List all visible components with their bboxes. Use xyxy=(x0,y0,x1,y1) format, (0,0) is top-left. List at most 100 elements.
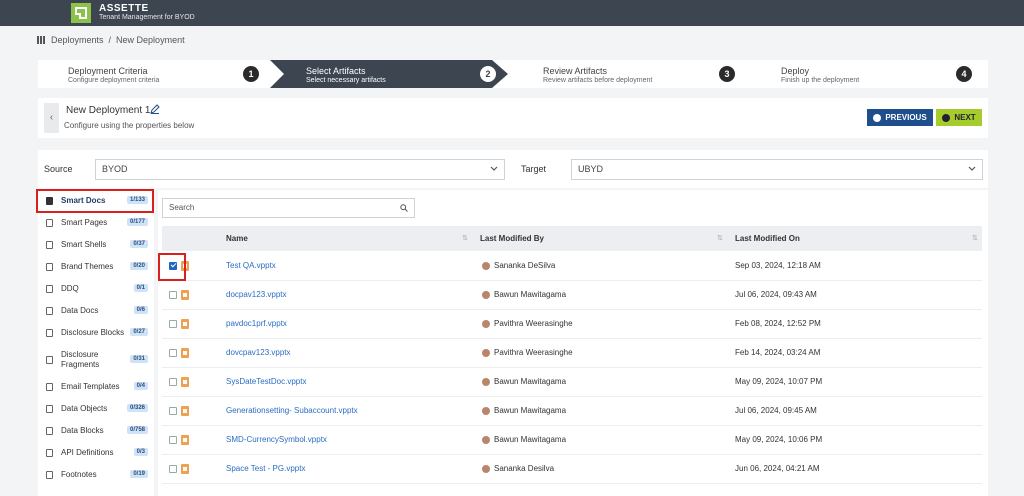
column-header-last-modified-by[interactable]: Last Modified By xyxy=(480,234,544,243)
edit-pencil-icon[interactable] xyxy=(150,104,160,114)
sidebar-item-label: Data Objects xyxy=(61,404,108,413)
step-title: Review Artifacts xyxy=(543,66,608,76)
count-badge: 0/4 xyxy=(133,382,148,390)
search-icon[interactable] xyxy=(400,204,408,212)
pptx-file-icon xyxy=(181,406,189,416)
file-name-link[interactable]: Space Test - PG.vpptx xyxy=(226,464,305,473)
table-row[interactable]: docpav123.vpptx Bawun Mawitagama Jul 06,… xyxy=(162,281,982,310)
table-row[interactable]: SysDateTestDoc.vpptx Bawun Mawitagama Ma… xyxy=(162,368,982,397)
highlight-box-checkbox xyxy=(158,253,186,281)
top-bar: ASSETTE Tenant Management for BYOD xyxy=(0,0,1024,26)
count-badge: 0/1 xyxy=(133,284,148,292)
row-checkbox[interactable] xyxy=(169,465,177,473)
source-select[interactable]: BYOD xyxy=(95,159,505,180)
arrow-left-circle-icon xyxy=(873,113,882,122)
sidebar-item-footnotes[interactable]: Footnotes 0/19 xyxy=(38,465,154,485)
table-row[interactable]: Generationsetting- Subaccount.vpptx Bawu… xyxy=(162,397,982,426)
file-name-link[interactable]: Test QA.vpptx xyxy=(226,261,276,270)
step-number: 1 xyxy=(243,66,259,82)
sidebar-item-data-objects[interactable]: Data Objects 0/326 xyxy=(38,399,154,419)
back-button[interactable]: ‹ xyxy=(44,103,59,133)
api-icon xyxy=(46,449,53,457)
row-checkbox[interactable] xyxy=(169,320,177,328)
step-review-artifacts[interactable]: Review Artifacts Review artifacts before… xyxy=(508,60,748,88)
sidebar-item-label: Data Docs xyxy=(61,306,99,315)
file-name-link[interactable]: SysDateTestDoc.vpptx xyxy=(226,377,306,386)
count-badge: 0/758 xyxy=(126,426,148,434)
column-header-last-modified-on[interactable]: Last Modified On xyxy=(735,234,800,243)
pptx-file-icon xyxy=(181,319,189,329)
sidebar-item-label: Brand Themes xyxy=(61,262,114,271)
footnote-icon xyxy=(46,471,53,479)
app-logo-icon[interactable] xyxy=(71,3,91,23)
row-checkbox[interactable] xyxy=(169,291,177,299)
row-checkbox[interactable] xyxy=(169,436,177,444)
step-select-artifacts[interactable]: Select Artifacts Select necessary artifa… xyxy=(270,60,508,88)
sidebar-item-ddq[interactable]: DDQ 0/1 xyxy=(38,279,154,299)
count-badge: 0/31 xyxy=(130,355,148,363)
file-name-link[interactable]: dovcpav123.vpptx xyxy=(226,348,291,357)
source-label: Source xyxy=(44,164,73,174)
sidebar-item-disclosure-fragments[interactable]: Disclosure Fragments 0/31 xyxy=(38,348,154,372)
pptx-file-icon xyxy=(181,290,189,300)
avatar xyxy=(482,349,490,357)
previous-label: PREVIOUS xyxy=(885,113,927,122)
file-name-link[interactable]: SMD-CurrencySymbol.vpptx xyxy=(226,435,327,444)
row-checkbox[interactable] xyxy=(169,407,177,415)
sidebar-item-api-definitions[interactable]: API Definitions 0/3 xyxy=(38,443,154,463)
sidebar-item-brand-themes[interactable]: Brand Themes 0/20 xyxy=(38,257,154,277)
sidebar-item-label: DDQ xyxy=(61,284,79,293)
table-row[interactable]: Test QA.vpptx Sananka DeSilva Sep 03, 20… xyxy=(162,252,982,281)
avatar xyxy=(482,320,490,328)
count-badge: 0/326 xyxy=(126,404,148,412)
sidebar-item-email-templates[interactable]: Email Templates 0/4 xyxy=(38,377,154,397)
sidebar-item-label: Smart Pages xyxy=(61,218,108,227)
sidebar-item-label: Data Blocks xyxy=(61,426,104,435)
breadcrumb: Deployments / New Deployment xyxy=(37,34,185,46)
table-row[interactable]: Space Test - PG.vpptx Sananka Desilva Ju… xyxy=(162,455,982,484)
theme-icon xyxy=(46,263,53,271)
count-badge: 0/177 xyxy=(126,218,148,226)
step-subtitle: Select necessary artifacts xyxy=(306,77,386,84)
target-select[interactable]: UBYD xyxy=(571,159,983,180)
row-checkbox[interactable] xyxy=(169,378,177,386)
disclosure-block-icon xyxy=(46,329,53,337)
breadcrumb-deployments[interactable]: Deployments xyxy=(51,35,104,45)
grid-icon xyxy=(37,36,46,44)
sidebar-item-label: API Definitions xyxy=(61,448,114,457)
table-row[interactable]: SMD-CurrencySymbol.vpptx Bawun Mawitagam… xyxy=(162,426,982,455)
sidebar-item-data-docs[interactable]: Data Docs 0/6 xyxy=(38,301,154,321)
sidebar-item-data-blocks[interactable]: Data Blocks 0/758 xyxy=(38,421,154,441)
file-name-link[interactable]: Generationsetting- Subaccount.vpptx xyxy=(226,406,358,415)
row-checkbox[interactable] xyxy=(169,349,177,357)
table-header: Name ⇅ Last Modified By ⇅ Last Modified … xyxy=(162,226,982,251)
search-input[interactable]: Search xyxy=(162,198,415,218)
pptx-file-icon xyxy=(181,464,189,474)
step-deployment-criteria[interactable]: Deployment Criteria Configure deployment… xyxy=(38,60,270,88)
last-modified-on: Feb 14, 2024, 03:24 AM xyxy=(735,348,821,357)
file-name-link[interactable]: pavdoc1prf.vpptx xyxy=(226,319,287,328)
table-row[interactable]: dovcpav123.vpptx Pavithra Weerasinghe Fe… xyxy=(162,339,982,368)
next-button[interactable]: NEXT xyxy=(936,109,982,126)
sidebar-item-smart-shells[interactable]: Smart Shells 0/37 xyxy=(38,235,154,255)
data-block-icon xyxy=(46,427,53,435)
sort-icon[interactable]: ⇅ xyxy=(717,234,723,242)
table-row[interactable]: pavdoc1prf.vpptx Pavithra Weerasinghe Fe… xyxy=(162,310,982,339)
arrow-right-circle-icon xyxy=(942,113,951,122)
previous-button[interactable]: PREVIOUS xyxy=(867,109,933,126)
page-icon xyxy=(46,219,53,227)
count-badge: 0/6 xyxy=(133,306,148,314)
step-subtitle: Review artifacts before deployment xyxy=(543,77,653,84)
sort-icon[interactable]: ⇅ xyxy=(462,234,468,242)
column-header-name[interactable]: Name xyxy=(226,234,248,243)
last-modified-by: Bawun Mawitagama xyxy=(494,406,567,415)
sidebar-item-smart-pages[interactable]: Smart Pages 0/177 xyxy=(38,213,154,233)
last-modified-by: Bawun Mawitagama xyxy=(494,377,567,386)
file-name-link[interactable]: docpav123.vpptx xyxy=(226,290,287,299)
sidebar-item-label: Footnotes xyxy=(61,470,97,479)
step-deploy[interactable]: Deploy Finish up the deployment 4 xyxy=(748,60,988,88)
last-modified-on: May 09, 2024, 10:06 PM xyxy=(735,435,823,444)
source-target-filters: Source BYOD Target UBYD xyxy=(38,150,988,188)
sort-icon[interactable]: ⇅ xyxy=(972,234,978,242)
sidebar-item-disclosure-blocks[interactable]: Disclosure Blocks 0/27 xyxy=(38,323,154,343)
